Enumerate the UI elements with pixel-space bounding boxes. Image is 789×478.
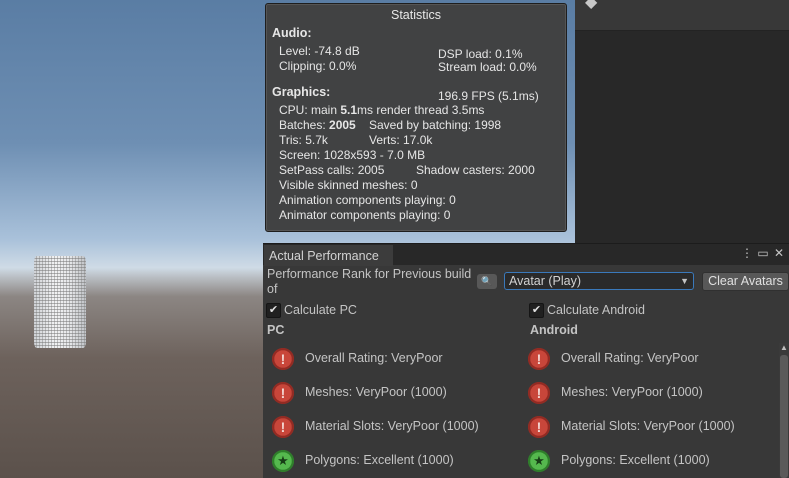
android-header: Android	[530, 323, 578, 337]
calculate-android-label: Calculate Android	[547, 303, 645, 317]
cpu-main-value: 5.1	[340, 103, 358, 117]
performance-rank-label: Performance Rank for Previous build of	[267, 267, 472, 296]
visible-skinned-meshes: Visible skinned meshes: 0	[279, 178, 418, 192]
error-icon	[528, 416, 550, 438]
error-icon	[528, 348, 550, 370]
android-row-label: Meshes: VeryPoor (1000)	[561, 385, 703, 399]
avatar-dropdown[interactable]: Avatar (Play) ▼	[504, 272, 694, 290]
error-icon	[272, 416, 294, 438]
star-icon	[528, 450, 550, 472]
android-row-label: Material Slots: VeryPoor (1000)	[561, 419, 735, 433]
vertical-scrollbar[interactable]: ▲	[779, 343, 789, 478]
pc-row-label: Material Slots: VeryPoor (1000)	[305, 419, 479, 433]
scrollbar-thumb[interactable]	[780, 355, 788, 478]
cpu-suffix: ms render thread 3.5ms	[357, 103, 485, 117]
cpu-stats: CPU: main 5.1ms render thread 3.5ms	[279, 103, 484, 117]
error-icon	[272, 382, 294, 404]
error-icon	[528, 382, 550, 404]
batches-stats: Batches: 2005	[279, 118, 356, 132]
statistics-title: Statistics	[390, 8, 441, 22]
pc-row-label: Polygons: Excellent (1000)	[305, 453, 454, 467]
search-icon[interactable]: 🔍	[477, 274, 497, 289]
calculate-pc-checkbox[interactable]: ✔	[266, 303, 281, 318]
actual-performance-panel: Actual Performance ⋮ ▭ ✕ Performance Rank …	[263, 243, 789, 478]
pc-row-label: Overall Rating: VeryPoor	[305, 351, 443, 365]
android-row-label: Polygons: Excellent (1000)	[561, 453, 710, 467]
statistics-overlay: Statistics Audio: Level: -74.8 dB Clippi…	[265, 3, 567, 232]
side-panel-toolbar	[575, 0, 789, 31]
audio-clipping: Clipping: 0.0%	[279, 59, 357, 73]
tab-actual-performance[interactable]: Actual Performance	[264, 245, 393, 266]
avatar-dropdown-value: Avatar (Play)	[509, 274, 582, 288]
tab-icons: ⋮ ▭ ✕	[739, 246, 787, 264]
scroll-up-icon[interactable]: ▲	[780, 343, 788, 352]
screen-info: Screen: 1028x593 - 7.0 MB	[279, 148, 426, 162]
clear-avatars-button[interactable]: Clear Avatars	[702, 272, 789, 291]
cpu-prefix: CPU: main	[279, 103, 341, 117]
batches-value: 2005	[329, 118, 356, 132]
verts-count: Verts: 17.0k	[369, 133, 433, 147]
audio-level: Level: -74.8 dB	[279, 44, 360, 58]
dsp-load: DSP load: 0.1%	[438, 47, 523, 61]
audio-header: Audio:	[272, 26, 312, 40]
side-panel: ◆	[575, 0, 789, 243]
setpass-calls: SetPass calls: 2005	[279, 163, 385, 177]
calculate-android-checkbox[interactable]: ✔	[529, 303, 544, 318]
panel-tab-bar: Actual Performance ⋮ ▭ ✕	[263, 243, 789, 266]
shadow-casters: Shadow casters: 2000	[416, 163, 535, 177]
pc-row-label: Meshes: VeryPoor (1000)	[305, 385, 447, 399]
close-icon[interactable]: ✕	[771, 246, 787, 260]
saved-by-batching: Saved by batching: 1998	[369, 118, 502, 132]
star-icon	[272, 450, 294, 472]
android-row-label: Overall Rating: VeryPoor	[561, 351, 699, 365]
fps-readout: 196.9 FPS (5.1ms)	[438, 89, 539, 103]
animator-components: Animator components playing: 0	[279, 208, 451, 222]
pc-header: PC	[267, 323, 285, 337]
unity-logo-icon: ◆	[585, 0, 598, 11]
graphics-header: Graphics:	[272, 85, 331, 99]
cylinder-mesh-object[interactable]	[34, 256, 86, 348]
more-vert-icon[interactable]: ⋮	[739, 246, 755, 260]
maximize-icon[interactable]: ▭	[755, 246, 771, 260]
tris-count: Tris: 5.7k	[279, 133, 328, 147]
animation-components: Animation components playing: 0	[279, 193, 456, 207]
error-icon	[272, 348, 294, 370]
calculate-pc-label: Calculate PC	[284, 303, 357, 317]
batches-prefix: Batches:	[279, 118, 330, 132]
stream-load: Stream load: 0.0%	[438, 60, 537, 74]
chevron-down-icon: ▼	[680, 276, 689, 286]
